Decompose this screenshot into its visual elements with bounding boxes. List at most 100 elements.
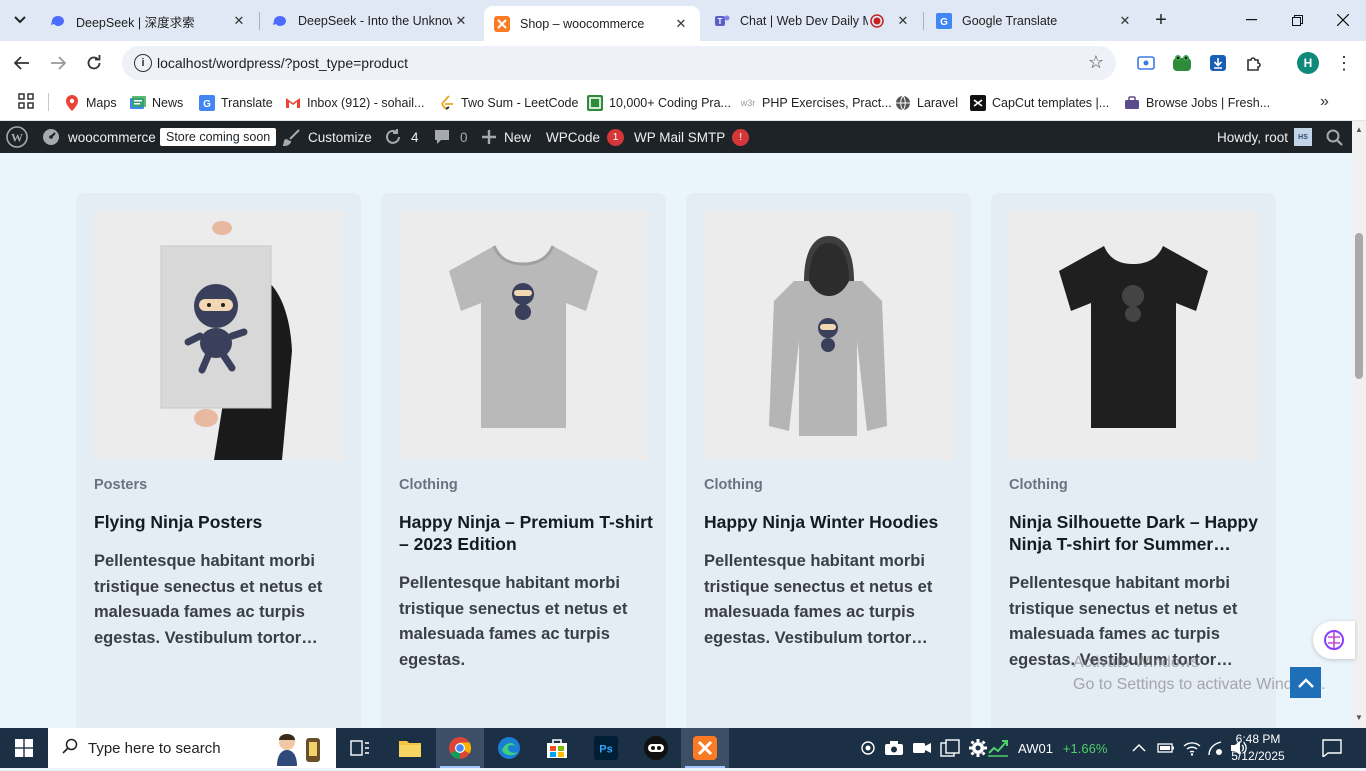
bookmark-label: 10,000+ Coding Pra... (609, 96, 731, 110)
task-view-button[interactable] (336, 728, 384, 768)
bookmark-capcut[interactable]: CapCut templates |... (970, 92, 1109, 114)
info-icon[interactable]: i (134, 54, 152, 72)
scroll-up-arrow-icon[interactable]: ▲ (1354, 125, 1364, 134)
wifi-icon[interactable] (1183, 740, 1201, 756)
product-category[interactable]: Clothing (399, 477, 458, 493)
system-clock[interactable]: 6:48 PM 5/12/2025 (1222, 731, 1294, 765)
product-category[interactable]: Posters (94, 477, 147, 493)
close-icon[interactable]: ✕ (672, 15, 690, 33)
tab-shop-woocommerce[interactable]: Shop – woocommerce ✕ (484, 6, 700, 41)
chevron-up-icon[interactable] (1132, 743, 1146, 753)
scroll-down-arrow-icon[interactable]: ▼ (1354, 713, 1364, 722)
product-image[interactable] (704, 211, 953, 460)
product-image[interactable] (94, 211, 343, 460)
close-icon[interactable]: ✕ (230, 12, 248, 30)
bookmark-maps[interactable]: Maps (64, 92, 117, 114)
product-card[interactable]: Clothing Ninja Silhouette Dark – Happy N… (991, 193, 1276, 728)
tab-google-translate[interactable]: G Google Translate ✕ (926, 6, 1144, 36)
search-icon[interactable] (1326, 121, 1343, 153)
search-highlight-illustration (274, 730, 330, 771)
tab-teams-chat[interactable]: T Chat | Web Dev Daily Meeting ✕ (704, 6, 922, 36)
battery-icon[interactable] (1157, 742, 1175, 754)
file-explorer-taskbar[interactable] (386, 728, 434, 768)
wordpress-logo-icon[interactable]: W (6, 121, 28, 153)
product-title[interactable]: Ninja Silhouette Dark – Happy Ninja T-sh… (1009, 511, 1264, 555)
close-icon[interactable]: ✕ (894, 12, 912, 30)
ai-assistant-button[interactable] (1313, 621, 1355, 659)
bookmark-jobs[interactable]: Browse Jobs | Fresh... (1124, 92, 1270, 114)
bookmark-gmail[interactable]: Inbox (912) - sohail... (285, 92, 424, 114)
minimize-icon (1245, 19, 1257, 21)
scrollbar-thumb[interactable] (1355, 233, 1363, 379)
notification-center-button[interactable] (1322, 728, 1342, 768)
reload-button[interactable] (81, 50, 107, 76)
new-content-link[interactable]: New (482, 121, 531, 153)
stock-widget[interactable]: AW01 +1.66% (986, 728, 1107, 768)
product-description: Pellentesque habitant morbi tristique se… (94, 552, 323, 648)
close-icon[interactable]: ✕ (1116, 12, 1134, 30)
chrome-taskbar[interactable] (436, 728, 484, 768)
tab-search-button[interactable] (6, 8, 34, 32)
product-description: Pellentesque habitant morbi tristique se… (704, 552, 933, 648)
updates-count: 4 (411, 129, 419, 145)
close-icon[interactable]: ✕ (452, 12, 470, 30)
my-account-link[interactable]: Howdy, root HS (1217, 121, 1313, 153)
product-card[interactable]: Clothing Happy Ninja – Premium T-shirt –… (381, 193, 666, 728)
game-app-taskbar[interactable] (632, 728, 680, 768)
product-image[interactable] (399, 211, 648, 460)
product-title[interactable]: Happy Ninja – Premium T-shirt – 2023 Edi… (399, 511, 654, 555)
photoshop-taskbar[interactable]: Ps (582, 728, 630, 768)
video-icon[interactable] (912, 741, 932, 755)
back-to-top-button[interactable] (1290, 667, 1321, 698)
taskbar-search-box[interactable]: Type here to search (48, 728, 336, 768)
minimize-button[interactable] (1228, 0, 1274, 40)
bookmark-translate[interactable]: G Translate (199, 92, 273, 114)
close-window-button[interactable] (1320, 0, 1366, 40)
product-image[interactable] (1009, 211, 1258, 460)
bookmark-coding-practice[interactable]: 10,000+ Coding Pra... (587, 92, 731, 114)
tab-deepseek-1[interactable]: DeepSeek | 深度求索 ✕ (40, 6, 258, 36)
edge-taskbar[interactable] (485, 728, 533, 768)
bookmark-laravel[interactable]: Laravel (895, 92, 958, 114)
restore-button[interactable] (1274, 0, 1320, 40)
product-card[interactable]: Posters Flying Ninja Posters Pellentesqu… (76, 193, 361, 728)
wpcode-link[interactable]: WPCode 1 (546, 121, 625, 153)
extension-download-icon[interactable] (1207, 52, 1229, 74)
store-coming-soon-badge[interactable]: Store coming soon (160, 121, 277, 153)
comments-link[interactable]: 0 (433, 121, 468, 153)
new-tab-button[interactable]: + (1148, 8, 1174, 32)
product-category[interactable]: Clothing (704, 477, 763, 493)
search-icon (62, 738, 78, 758)
product-title[interactable]: Flying Ninja Posters (94, 511, 349, 533)
product-category[interactable]: Clothing (1009, 477, 1068, 493)
extension-frog-icon[interactable] (1171, 52, 1193, 74)
bookmark-w3resource[interactable]: w3r PHP Exercises, Pract... (740, 92, 892, 114)
apps-grid-icon[interactable] (18, 93, 34, 109)
forward-button[interactable] (45, 50, 71, 76)
bookmark-news[interactable]: News (130, 92, 183, 114)
wp-mail-smtp-link[interactable]: WP Mail SMTP ! (634, 121, 750, 153)
url-text[interactable]: localhost/wordpress/?post_type=product (157, 55, 408, 71)
tab-deepseek-2[interactable]: DeepSeek - Into the Unknown ✕ (262, 6, 480, 36)
star-icon[interactable]: ☆ (1088, 52, 1104, 73)
chevron-right-icon[interactable]: » (1320, 93, 1329, 111)
xampp-taskbar[interactable] (681, 728, 729, 768)
gear-icon[interactable] (968, 738, 988, 758)
bookmark-leetcode[interactable]: Two Sum - LeetCode (439, 92, 578, 114)
address-bar[interactable]: i localhost/wordpress/?post_type=product… (122, 46, 1116, 80)
updates-link[interactable]: 4 (384, 121, 419, 153)
site-name-link[interactable]: woocommerce (42, 121, 156, 153)
customize-link[interactable]: Customize (283, 121, 372, 153)
product-title[interactable]: Happy Ninja Winter Hoodies (704, 511, 959, 533)
start-button[interactable] (0, 728, 48, 768)
back-button[interactable] (9, 50, 35, 76)
product-card[interactable]: Clothing Happy Ninja Winter Hoodies Pell… (686, 193, 971, 728)
camera-icon[interactable] (884, 740, 904, 756)
extension-screenshot-icon[interactable] (1135, 52, 1157, 74)
extensions-puzzle-icon[interactable] (1243, 52, 1265, 74)
store-taskbar[interactable] (533, 728, 581, 768)
menu-kebab-icon[interactable]: ⋮ (1334, 51, 1354, 75)
profile-avatar[interactable]: H (1297, 52, 1319, 74)
screen-record-icon[interactable] (860, 740, 876, 756)
windows-stack-icon[interactable] (940, 739, 960, 757)
